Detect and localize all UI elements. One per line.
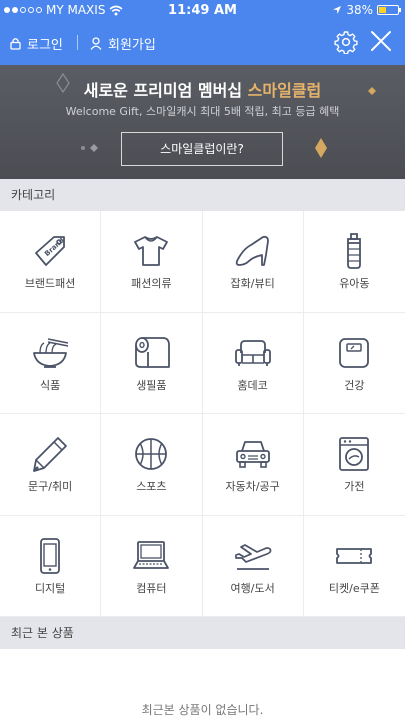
battery-icon [377, 5, 401, 15]
smartphone-icon [40, 537, 61, 574]
category-brand-fashion[interactable]: Brand 브랜드패션 [0, 211, 102, 313]
category-label: 잡화/뷰티 [230, 277, 275, 290]
noodle-bowl-icon [33, 337, 69, 368]
decor-dots-icon [81, 144, 98, 152]
brand-tag-icon: Brand [35, 236, 66, 266]
tshirt-icon [134, 236, 169, 266]
category-label: 여행/도서 [230, 581, 275, 595]
category-ticket-ecoupon[interactable]: 티켓/e쿠폰 [303, 516, 405, 617]
login-label: 로그인 [27, 38, 63, 53]
toilet-paper-icon [135, 336, 171, 368]
category-label: 티켓/e쿠폰 [328, 581, 380, 595]
baby-bottle-icon [347, 233, 362, 269]
category-appliances[interactable]: 가전 [303, 414, 405, 516]
category-label: 식품 [40, 378, 61, 392]
banner-subtitle: Welcome Gift, 스마일캐시 최대 5배 적립, 최고 등급 혜택 [65, 105, 340, 118]
category-accessories-beauty[interactable]: 잡화/뷰티 [202, 211, 304, 313]
high-heel-icon [235, 235, 269, 266]
category-fashion-clothing[interactable]: 패션의류 [101, 211, 203, 313]
category-label: 홈데코 [237, 378, 268, 392]
car-icon [235, 441, 270, 468]
category-grid: Brand 브랜드패션 패션의류 잡화/뷰티 유아동 식품 생필품 홈데코 건강… [0, 211, 405, 617]
ticket-icon [336, 547, 373, 564]
category-stationery-hobby[interactable]: 문구/취미 [0, 414, 102, 516]
category-daily-necessities[interactable]: 생필품 [101, 312, 203, 414]
category-auto-tools[interactable]: 자동차/공구 [202, 414, 304, 516]
basketball-icon [135, 438, 168, 470]
battery-info: 38% [332, 3, 401, 17]
signup-label: 회원가입 [108, 38, 156, 53]
category-computer[interactable]: 컴퓨터 [101, 515, 203, 617]
washing-machine-icon [339, 437, 370, 471]
category-section-header: 카테고리 [0, 179, 405, 211]
scale-icon [339, 337, 370, 368]
settings-gear-icon[interactable] [334, 30, 358, 54]
category-label: 브랜드패션 [24, 277, 76, 290]
banner-title-highlight: 스마일클럽 [247, 81, 322, 100]
category-health[interactable]: 건강 [303, 313, 405, 414]
category-sports[interactable]: 스포츠 [101, 414, 203, 516]
status-bar: MY MAXIS 11:49 AM 38% [0, 0, 405, 20]
category-label: 디지털 [34, 581, 66, 595]
battery-percent: 38% [346, 3, 373, 17]
laptop-icon [133, 540, 170, 569]
signup-button[interactable]: 회원가입 [90, 34, 156, 53]
category-home-deco[interactable]: 홈데코 [202, 312, 304, 414]
pencil-icon [33, 437, 68, 472]
category-food[interactable]: 식품 [0, 312, 102, 414]
category-label: 가전 [344, 480, 365, 493]
smile-club-info-button[interactable]: 스마일클럽이란? [121, 132, 283, 166]
category-label: 패션의류 [131, 277, 172, 290]
category-label: 유아동 [339, 277, 370, 290]
decor-gold-diamond-icon [315, 138, 327, 158]
sofa-icon [234, 339, 271, 366]
category-label: 문구/취미 [28, 480, 73, 493]
battery-level [379, 7, 386, 13]
header-bar: 로그인 회원가입 [0, 20, 405, 65]
location-arrow-icon [333, 6, 342, 14]
banner-title-text: 새로운 프리미엄 멤버십 [83, 81, 248, 100]
category-digital[interactable]: 디지털 [0, 515, 102, 617]
category-label: 스포츠 [136, 480, 167, 493]
lock-icon [10, 38, 21, 50]
nav-divider [77, 35, 78, 50]
close-icon[interactable] [370, 30, 392, 52]
category-label: 자동차/공구 [225, 480, 280, 493]
smile-club-banner[interactable]: 새로운 프리미엄 멤버십 스마일클럽 Welcome Gift, 스마일캐시 최… [0, 65, 405, 179]
category-label: 컴퓨터 [136, 581, 167, 595]
category-label: 건강 [344, 378, 365, 392]
category-label: 생필품 [136, 378, 167, 392]
recent-items-empty-message: 최근본 상품이 없습니다. [141, 703, 264, 717]
recent-items-header: 최근 본 상품 [0, 617, 405, 649]
login-button[interactable]: 로그인 [10, 34, 63, 53]
category-kids[interactable]: 유아동 [303, 211, 405, 313]
airplane-icon [234, 543, 272, 570]
svg-text:Brand: Brand [43, 236, 66, 258]
category-travel-books[interactable]: 여행/도서 [202, 515, 304, 617]
person-icon [90, 37, 102, 50]
banner-title: 새로운 프리미엄 멤버십 스마일클럽 [0, 77, 405, 101]
